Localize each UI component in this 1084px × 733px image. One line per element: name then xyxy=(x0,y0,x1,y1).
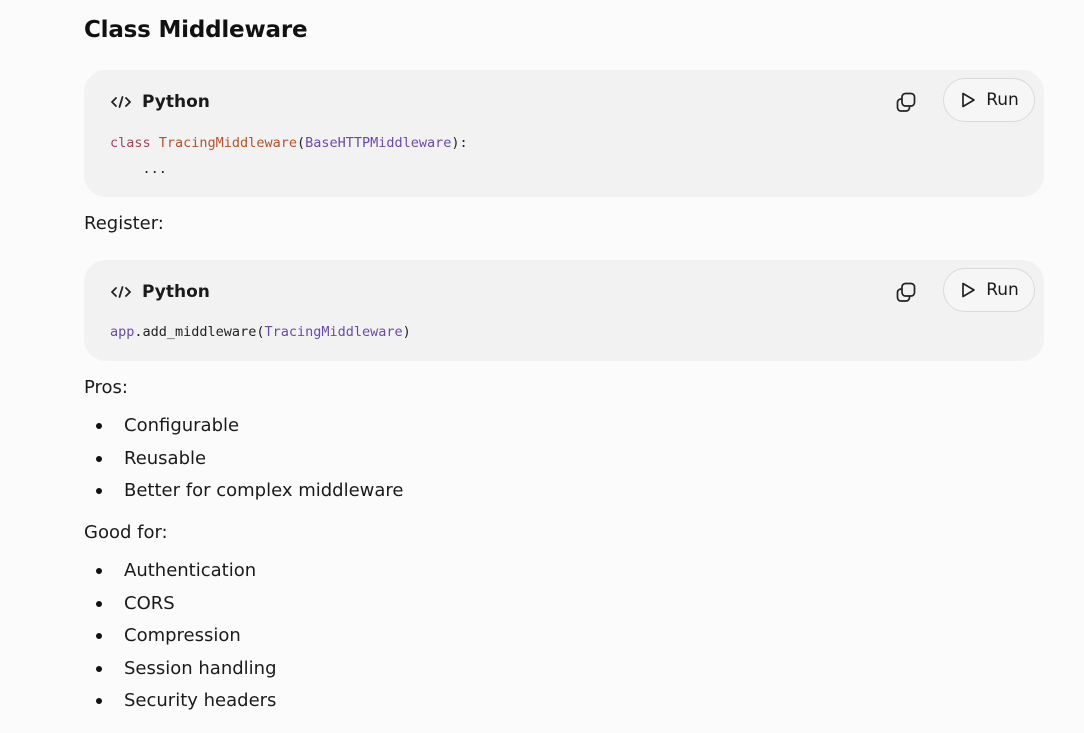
code-method: add_middleware xyxy=(142,324,257,340)
play-icon xyxy=(962,282,976,298)
copy-icon xyxy=(896,282,916,302)
code-icon xyxy=(111,96,131,108)
copy-button[interactable] xyxy=(892,278,920,306)
code-class-name: TracingMiddleware xyxy=(158,135,297,151)
list-item: Configurable xyxy=(84,410,404,443)
code-block: Python Run class TracingMiddleware(BaseH… xyxy=(84,70,1044,197)
register-label: Register: xyxy=(84,213,164,234)
run-button[interactable]: Run xyxy=(943,268,1035,312)
code-punct: ): xyxy=(451,135,468,151)
chat-response: Class Middleware Python Run class Tracin… xyxy=(0,0,1084,733)
list-item: Compression xyxy=(84,620,277,653)
code-line: class TracingMiddleware(BaseHTTPMiddlewa… xyxy=(110,135,468,151)
list-item: Reusable xyxy=(84,443,404,476)
code-ellipsis: ... xyxy=(142,161,167,177)
code-language-label: Python xyxy=(142,92,210,112)
code-base-class: BaseHTTPMiddleware xyxy=(305,135,452,151)
play-icon xyxy=(962,92,976,108)
code-block: Python Run app.add_middleware(TracingMid… xyxy=(84,260,1044,361)
code-keyword: class xyxy=(110,135,151,151)
code-icon xyxy=(111,286,131,298)
pros-label: Pros: xyxy=(84,377,128,398)
code-content: app.add_middleware(TracingMiddleware) xyxy=(110,319,411,345)
code-block-header: Python xyxy=(110,280,210,304)
copy-icon xyxy=(896,92,916,112)
code-argument: TracingMiddleware xyxy=(264,324,403,340)
list-item: Session handling xyxy=(84,653,277,686)
list-item: Better for complex middleware xyxy=(84,475,404,508)
run-label: Run xyxy=(986,90,1019,110)
good-for-label: Good for: xyxy=(84,522,168,543)
code-block-header: Python xyxy=(110,90,210,114)
run-label: Run xyxy=(986,280,1019,300)
code-content: class TracingMiddleware(BaseHTTPMiddlewa… xyxy=(110,130,468,182)
code-punct: . xyxy=(134,324,143,340)
code-line: ... xyxy=(110,161,167,177)
list-item: CORS xyxy=(84,588,277,621)
section-heading: Class Middleware xyxy=(84,17,308,43)
copy-button[interactable] xyxy=(892,88,920,116)
good-for-list: Authentication CORS Compression Session … xyxy=(84,555,277,718)
code-object: app xyxy=(110,324,135,340)
pros-list: Configurable Reusable Better for complex… xyxy=(84,410,404,508)
code-punct: ) xyxy=(402,324,411,340)
code-line: app.add_middleware(TracingMiddleware) xyxy=(110,324,411,340)
code-punct: ( xyxy=(296,135,306,151)
list-item: Authentication xyxy=(84,555,277,588)
code-language-label: Python xyxy=(142,282,210,302)
list-item: Security headers xyxy=(84,685,277,718)
run-button[interactable]: Run xyxy=(943,78,1035,122)
